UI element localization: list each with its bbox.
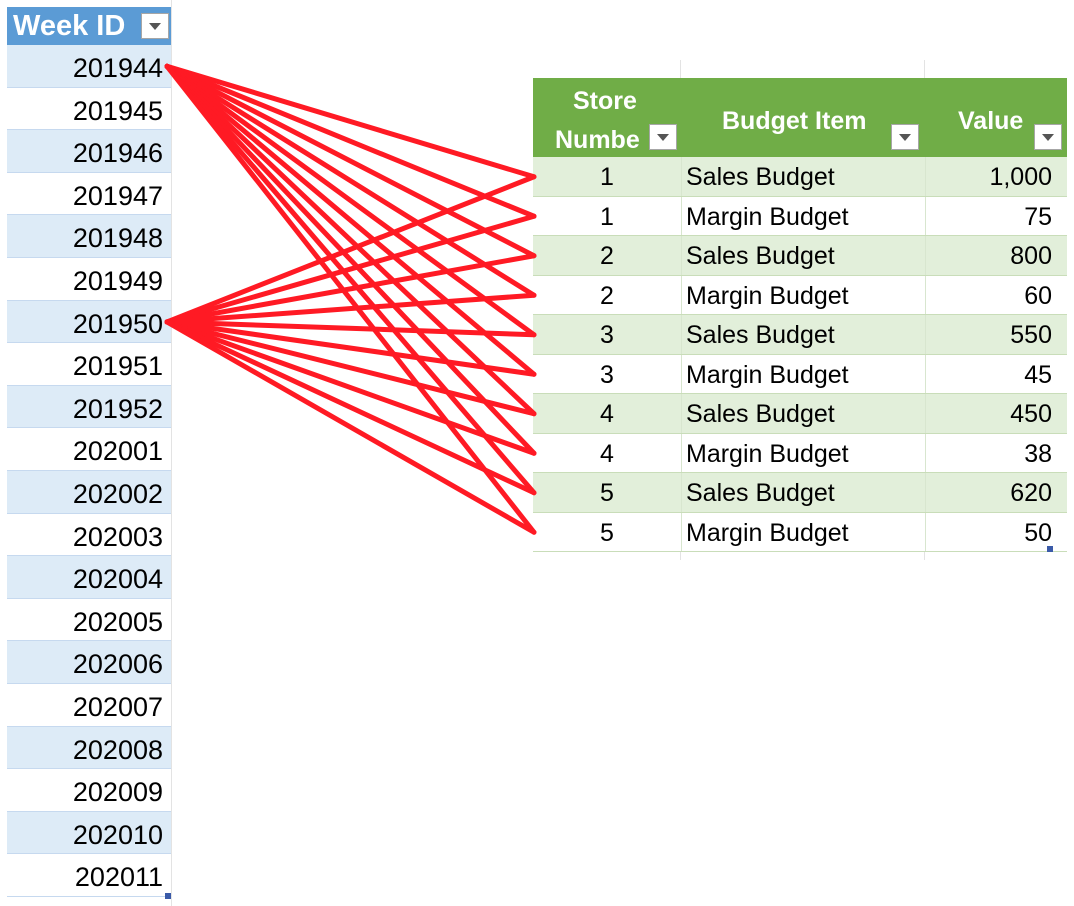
connector-line (164, 319, 537, 456)
connector-line (164, 63, 537, 417)
connector-line (164, 213, 537, 325)
relationship-lines (164, 63, 537, 535)
connector-line (164, 63, 537, 219)
connector-line (164, 253, 537, 325)
